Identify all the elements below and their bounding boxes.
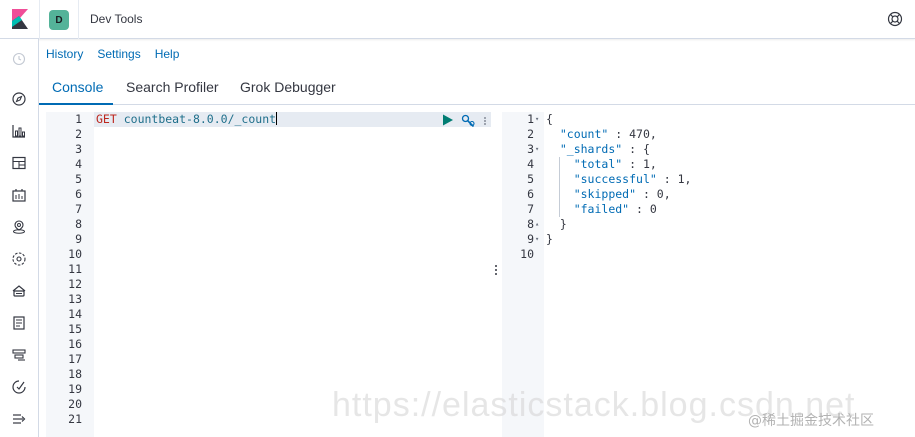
request-method: GET — [96, 112, 117, 126]
line-number: 9 — [75, 232, 82, 246]
watermark-tag: @稀土掘金技术社区 — [748, 413, 874, 429]
visualize-icon[interactable] — [11, 123, 27, 139]
line-number: 1 — [527, 112, 534, 126]
history-link[interactable]: History — [46, 47, 83, 61]
settings-link[interactable]: Settings — [97, 47, 140, 61]
uptime-icon[interactable] — [11, 379, 27, 395]
line-number: 2 — [527, 127, 534, 141]
more-options-icon[interactable] — [483, 115, 487, 127]
response-line: "_shards" : { — [559, 142, 650, 156]
response-line: } — [546, 217, 567, 231]
page-title: Dev Tools — [90, 12, 143, 26]
help-icon[interactable] — [887, 11, 903, 27]
line-number: 12 — [68, 277, 82, 291]
line-number: 2 — [75, 127, 82, 141]
line-number: 13 — [68, 292, 82, 306]
line-number: 14 — [68, 307, 82, 321]
line-number: 5 — [527, 172, 534, 186]
line-number: 7 — [527, 202, 534, 216]
response-line: "failed" : 0 — [573, 202, 657, 216]
line-number: 4 — [75, 157, 82, 171]
line-number: 8 — [527, 217, 534, 231]
tab-console[interactable]: Console — [52, 79, 103, 95]
collapse-icon[interactable] — [11, 411, 27, 427]
response-line: "total" : 1, — [573, 157, 657, 171]
play-icon[interactable] — [442, 114, 454, 126]
line-number: 21 — [68, 412, 82, 426]
console-menu: History Settings Help — [46, 47, 179, 61]
tab-grok-debugger[interactable]: Grok Debugger — [240, 79, 336, 95]
side-nav — [0, 39, 39, 437]
infrastructure-icon[interactable] — [11, 283, 27, 299]
panel-resizer-icon[interactable] — [494, 264, 498, 276]
response-line: } — [546, 232, 553, 246]
line-number: 19 — [68, 382, 82, 396]
line-number: 18 — [68, 367, 82, 381]
response-line: "count" : 470, — [559, 127, 657, 141]
tab-search-profiler[interactable]: Search Profiler — [126, 79, 219, 95]
line-number: 16 — [68, 337, 82, 351]
header-divider — [39, 0, 40, 39]
line-number: 15 — [68, 322, 82, 336]
space-avatar[interactable]: D — [49, 10, 69, 30]
request-line: GET countbeat-8.0.0/_count — [96, 112, 278, 126]
line-number: 3 — [75, 142, 82, 156]
help-link[interactable]: Help — [155, 47, 180, 61]
line-number: 6 — [527, 187, 534, 201]
recent-icon[interactable] — [11, 51, 27, 67]
line-number: 10 — [68, 247, 82, 261]
kibana-logo-icon[interactable] — [9, 8, 31, 30]
fold-toggle-icon[interactable]: ▾ — [535, 145, 539, 153]
line-number: 3 — [527, 142, 534, 156]
top-header: D Dev Tools — [0, 0, 915, 39]
header-divider — [78, 0, 79, 39]
line-number: 1 — [75, 112, 82, 126]
line-number: 4 — [527, 157, 534, 171]
fold-toggle-icon[interactable]: ▾ — [535, 115, 539, 123]
fold-toggle-icon[interactable]: ▴ — [535, 220, 539, 228]
text-cursor — [276, 112, 278, 125]
line-number: 7 — [75, 202, 82, 216]
response-line: { — [546, 112, 553, 126]
response-line: "skipped" : 0, — [573, 187, 671, 201]
line-number: 11 — [68, 262, 82, 276]
request-path: countbeat-8.0.0/_count — [123, 112, 277, 126]
canvas-icon[interactable] — [11, 187, 27, 203]
line-number: 20 — [68, 397, 82, 411]
active-tab-indicator — [39, 103, 113, 105]
fold-toggle-icon[interactable]: ▾ — [535, 235, 539, 243]
indent-guide — [559, 157, 560, 217]
request-gutter: 1 2 3 4 5 6 7 8 9 10 11 12 13 14 15 16 17 18 19 20 21 — [46, 112, 94, 437]
line-number: 5 — [75, 172, 82, 186]
maps-icon[interactable] — [11, 219, 27, 235]
ml-icon[interactable] — [11, 251, 27, 267]
apm-icon[interactable] — [11, 347, 27, 363]
wrench-icon[interactable] — [461, 114, 475, 128]
line-number: 10 — [520, 247, 534, 261]
logs-icon[interactable] — [11, 315, 27, 331]
line-number: 9 — [527, 232, 534, 246]
devtools-tabs: Console Search Profiler Grok Debugger — [39, 70, 915, 105]
line-number: 8 — [75, 217, 82, 231]
line-number: 6 — [75, 187, 82, 201]
discover-icon[interactable] — [11, 91, 27, 107]
response-line: "successful" : 1, — [573, 172, 692, 186]
line-number: 17 — [68, 352, 82, 366]
dashboard-icon[interactable] — [11, 155, 27, 171]
